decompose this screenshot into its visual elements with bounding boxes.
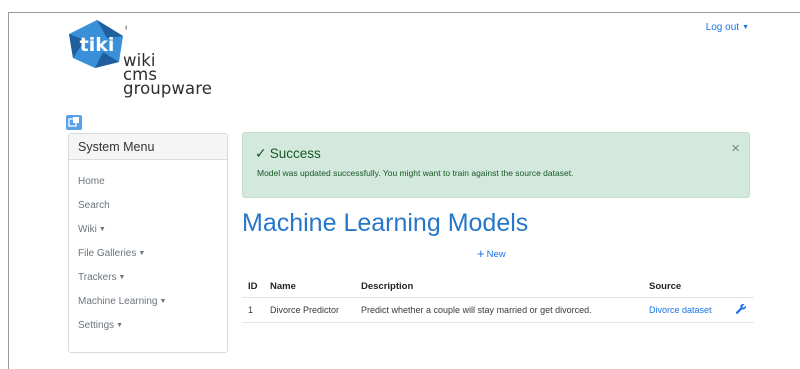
caret-down-icon: ▼ [118, 274, 126, 281]
source-link[interactable]: Divorce dataset [643, 297, 729, 323]
svg-text:®: ® [124, 25, 127, 32]
caret-down-icon: ▼ [116, 322, 124, 329]
system-menu: System Menu Home Search Wiki ▼ File Galle… [68, 133, 228, 353]
cell-id: 1 [242, 297, 264, 323]
success-alert: ✓ Success Model was updated successfully.… [242, 132, 750, 198]
logout-menu[interactable]: Log out ▼ [706, 22, 749, 33]
svg-text:tiki: tiki [80, 34, 115, 56]
page-title: Machine Learning Models [242, 209, 529, 237]
alert-message: Model was updated successfully. You migh… [257, 168, 574, 178]
logout-label[interactable]: Log out [706, 22, 739, 33]
wrench-icon[interactable] [735, 303, 747, 315]
tiki-logo[interactable]: tiki ® wiki cms groupware [67, 18, 212, 100]
caret-down-icon: ▼ [159, 298, 167, 305]
column-header-actions [729, 276, 754, 298]
column-header-id: ID [242, 276, 264, 298]
alert-title: ✓ Success [255, 145, 321, 161]
toggle-icon[interactable] [66, 115, 82, 130]
table-header-row: ID Name Description Source [242, 276, 754, 298]
plus-icon: + [477, 246, 485, 261]
cell-name: Divorce Predictor [264, 297, 355, 323]
system-menu-title: System Menu [69, 134, 227, 160]
menu-item-file-galleries[interactable]: File Galleries ▼ [69, 242, 227, 266]
column-header-name: Name [264, 276, 355, 298]
menu-item-settings[interactable]: Settings ▼ [69, 314, 227, 338]
system-menu-list: Home Search Wiki ▼ File Galleries ▼ Tracke… [69, 160, 227, 338]
new-model-button[interactable]: + New [477, 246, 506, 261]
menu-item-wiki[interactable]: Wiki ▼ [69, 218, 227, 242]
menu-item-search[interactable]: Search [69, 194, 227, 218]
cell-description: Predict whether a couple will stay marri… [355, 297, 643, 323]
column-header-description: Description [355, 276, 643, 298]
logo-text: wiki cms groupware [123, 51, 212, 98]
menu-item-trackers[interactable]: Trackers ▼ [69, 266, 227, 290]
menu-item-machine-learning[interactable]: Machine Learning ▼ [69, 290, 227, 314]
close-icon[interactable]: × [731, 140, 740, 157]
table-row: 1 Divorce Predictor Predict whether a co… [242, 297, 754, 323]
column-header-source: Source [643, 276, 729, 298]
menu-item-home[interactable]: Home [69, 170, 227, 194]
check-icon: ✓ [255, 145, 267, 161]
caret-down-icon: ▼ [98, 226, 106, 233]
caret-down-icon: ▼ [138, 250, 146, 257]
tiki-logo-icon: tiki ® [69, 20, 127, 68]
models-table: ID Name Description Source 1 Divorce Pre… [242, 276, 754, 323]
cell-actions [729, 297, 754, 323]
caret-down-icon: ▼ [742, 24, 749, 31]
